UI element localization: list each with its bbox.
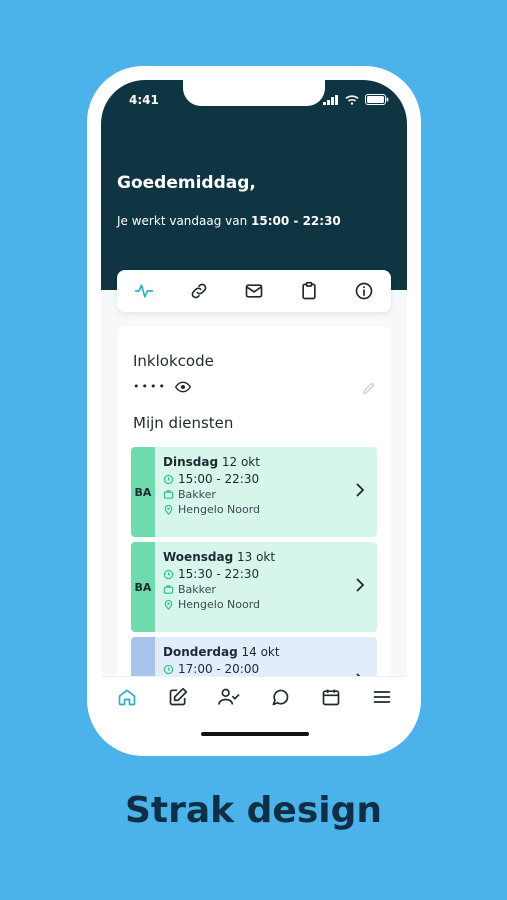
shift-location: Hengelo Noord — [178, 598, 261, 611]
shift-card[interactable]: BA Dinsdag 12 okt 15:00 - 22:30 Bakker H… — [131, 447, 377, 537]
chat-icon — [272, 689, 288, 706]
shifts-title: Mijn diensten — [133, 414, 234, 432]
home-icon — [118, 689, 135, 706]
shift-details: Woensdag 13 okt 15:30 - 22:30 Bakker Hen… — [163, 550, 275, 611]
shift-date: 14 okt — [241, 645, 280, 659]
status-icons — [323, 94, 389, 105]
briefcase-icon — [163, 490, 174, 499]
tab-availability[interactable] — [217, 685, 241, 709]
eye-icon[interactable] — [174, 381, 191, 393]
shift-details: Dinsdag 12 okt 15:00 - 22:30 Bakker Heng… — [163, 455, 260, 516]
promo-caption: Strak design — [124, 790, 382, 831]
shift-time: 15:30 - 22:30 — [178, 567, 260, 581]
clock-icon — [163, 664, 174, 674]
info-icon — [355, 282, 372, 300]
work-hours-value: 15:00 - 22:30 — [251, 214, 341, 228]
shift-time: 15:00 - 22:30 — [178, 472, 260, 486]
pencil-icon — [363, 382, 375, 394]
chevron-right-icon — [356, 483, 365, 497]
chevron-right-icon — [356, 578, 365, 592]
link-button[interactable] — [187, 279, 211, 303]
shift-day: Donderdag — [163, 645, 238, 659]
clock-icon — [163, 474, 174, 484]
tab-menu[interactable] — [370, 685, 394, 709]
bottom-tab-bar — [101, 676, 407, 742]
signal-icon — [323, 94, 338, 105]
clock-icon — [163, 569, 174, 579]
quick-actions-bar — [117, 270, 391, 312]
clock-code-title: Inklokcode — [133, 352, 214, 370]
shift-badge: BA — [131, 542, 155, 632]
shift-card[interactable]: BA Woensdag 13 okt 15:30 - 22:30 Bakker … — [131, 542, 377, 632]
status-time: 4:41 — [129, 93, 159, 107]
notch — [183, 80, 325, 106]
briefcase-icon — [163, 585, 174, 594]
activity-icon — [135, 284, 154, 298]
link-icon — [191, 283, 207, 299]
wifi-icon — [345, 94, 359, 105]
calendar-icon — [322, 689, 339, 706]
clipboard-icon — [302, 281, 316, 300]
shift-details: Donderdag 14 okt 17:00 - 20:00 — [163, 645, 280, 676]
shift-location: Hengelo Noord — [178, 503, 261, 516]
header: 4:41 Goedemiddag, Je werkt vandaag van 1… — [101, 80, 407, 290]
mail-button[interactable] — [242, 279, 266, 303]
shift-role: Bakker — [178, 583, 216, 596]
greeting: Goedemiddag, — [117, 173, 256, 193]
shift-role: Bakker — [178, 488, 216, 501]
tab-calendar[interactable] — [319, 685, 343, 709]
clock-code-row: •••• — [133, 380, 191, 393]
location-pin-icon — [164, 599, 173, 610]
work-hours-prefix: Je werkt vandaag van — [117, 214, 252, 228]
tab-chat[interactable] — [268, 685, 292, 709]
user-check-icon — [217, 688, 240, 705]
mail-icon — [245, 284, 263, 298]
activity-button[interactable] — [132, 279, 156, 303]
edit-icon — [169, 687, 187, 706]
clock-code-masked: •••• — [133, 380, 167, 393]
clipboard-button[interactable] — [297, 279, 321, 303]
shift-time: 17:00 - 20:00 — [178, 662, 260, 676]
shift-badge: BA — [131, 447, 155, 537]
shift-date: 12 okt — [221, 455, 260, 469]
phone-frame: 4:41 Goedemiddag, Je werkt vandaag van 1… — [87, 66, 421, 756]
edit-clock-code-button[interactable] — [361, 380, 377, 400]
app-screen: 4:41 Goedemiddag, Je werkt vandaag van 1… — [101, 80, 407, 742]
info-button[interactable] — [352, 279, 376, 303]
shift-day: Woensdag — [163, 550, 234, 564]
work-hours-text: Je werkt vandaag van 15:00 - 22:30 — [117, 214, 341, 228]
shift-date: 13 okt — [236, 550, 276, 564]
menu-icon — [373, 691, 390, 703]
home-indicator — [201, 732, 309, 736]
location-pin-icon — [164, 504, 173, 515]
tab-home[interactable] — [115, 685, 139, 709]
battery-icon — [365, 94, 389, 105]
shift-day: Dinsdag — [163, 455, 219, 469]
tab-edit[interactable] — [166, 685, 190, 709]
